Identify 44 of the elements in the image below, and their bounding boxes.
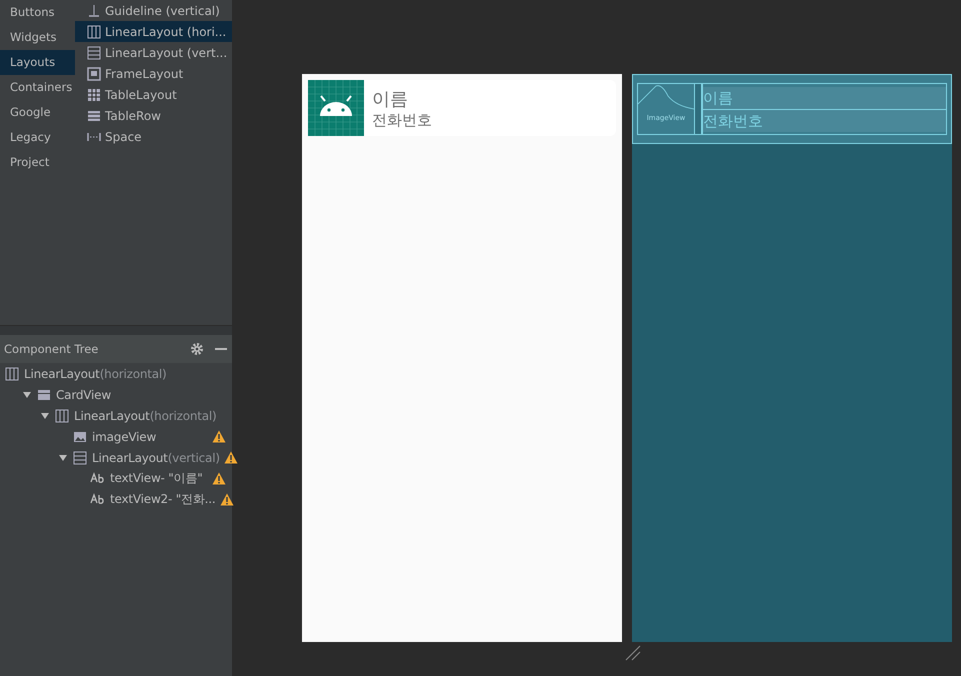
layout-icon — [36, 388, 52, 402]
expand-arrow-icon[interactable] — [58, 452, 68, 462]
layout-icon — [87, 88, 101, 102]
name-text-outline: 이름 — [703, 86, 946, 110]
guideline-icon — [87, 4, 101, 18]
palette-item[interactable]: FrameLayout — [75, 63, 232, 84]
name-text: 이름 — [372, 88, 409, 110]
image-icon — [72, 430, 88, 444]
tree-item[interactable]: CardView — [56, 388, 226, 402]
text-icon — [90, 472, 106, 486]
tree-item[interactable]: LinearLayout(horizontal) — [24, 366, 226, 380]
layout-icon — [87, 108, 101, 122]
layout-icon — [87, 46, 101, 60]
palette-category[interactable]: Layouts — [0, 50, 75, 75]
layout-icon — [72, 450, 88, 464]
palette-category[interactable]: Widgets — [0, 25, 75, 50]
phone-text-outline: 전화번호 — [703, 110, 946, 132]
layout-icon — [87, 66, 101, 80]
phone-text: 전화번호 — [372, 110, 432, 130]
expand-arrow-icon[interactable] — [22, 390, 32, 400]
palette-category[interactable]: Google — [0, 100, 75, 125]
palette-item[interactable]: TableLayout — [75, 84, 232, 105]
palette-item[interactable]: Space — [75, 126, 232, 147]
palette-item[interactable]: Guideline (vertical) — [75, 0, 232, 21]
palette-item[interactable]: LinearLayout (hori... — [75, 21, 232, 42]
tree-item[interactable]: LinearLayout(horizontal) — [74, 408, 226, 422]
text-icon — [90, 492, 106, 506]
layout-icon — [87, 24, 101, 38]
settings-icon[interactable] — [190, 342, 204, 356]
palette-category[interactable]: Project — [0, 150, 75, 175]
tree-item[interactable]: textView- "이름" — [110, 470, 208, 487]
palette-item[interactable]: TableRow — [75, 105, 232, 126]
resize-handle-icon[interactable] — [624, 644, 642, 662]
layout-icon — [4, 366, 20, 380]
layout-icon — [54, 408, 70, 422]
palette-item[interactable]: LinearLayout (vert... — [75, 42, 232, 63]
palette-category[interactable]: Buttons — [0, 0, 75, 25]
expand-arrow-icon[interactable] — [40, 410, 50, 420]
palette-category[interactable]: Containers — [0, 75, 75, 100]
tree-item[interactable]: textView2- "전화... — [110, 491, 216, 508]
tree-item[interactable]: imageView — [92, 430, 208, 444]
panel-title: Component Tree — [4, 342, 100, 356]
tree-item[interactable]: LinearLayout(vertical) — [92, 450, 220, 464]
palette-category[interactable]: Legacy — [0, 125, 75, 150]
